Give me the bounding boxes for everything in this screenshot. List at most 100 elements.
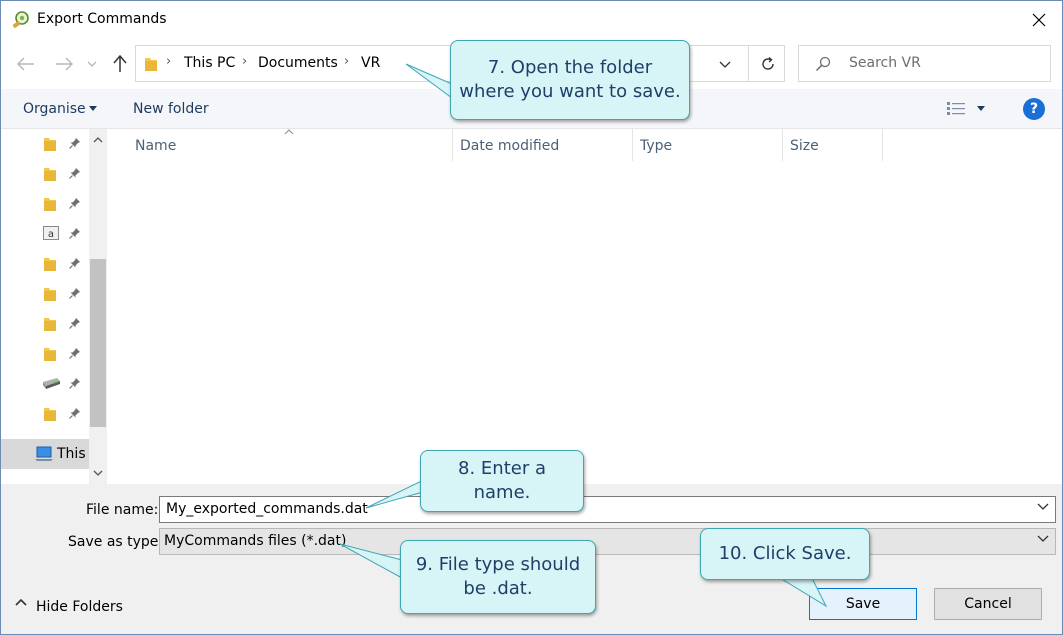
up-button[interactable] xyxy=(109,53,131,75)
folder-icon xyxy=(44,408,56,421)
pin-icon xyxy=(69,378,80,389)
close-button[interactable] xyxy=(1016,1,1062,39)
svg-text:a: a xyxy=(48,229,54,240)
pin-icon xyxy=(69,198,80,209)
nav-pinned-item[interactable] xyxy=(1,159,89,189)
pin-icon xyxy=(69,168,80,179)
folder-icon xyxy=(145,58,157,71)
breadcrumb-separator: › xyxy=(344,54,350,69)
folder-icon xyxy=(44,138,56,151)
breadcrumb-vr[interactable]: VR xyxy=(361,55,380,71)
save-type-select[interactable]: MyCommands files (*.dat) xyxy=(159,528,1056,555)
column-header-label: Date modified xyxy=(460,138,560,154)
folder-icon xyxy=(44,258,56,271)
file-name-label: File name: xyxy=(86,502,159,518)
hide-folders-button[interactable]: Hide Folders xyxy=(36,599,123,615)
nav-scrollbar[interactable] xyxy=(89,129,107,484)
chevron-down-icon[interactable] xyxy=(1037,503,1049,510)
nav-pinned-item[interactable] xyxy=(1,189,89,219)
forward-button[interactable] xyxy=(53,53,75,75)
save-button[interactable]: Save xyxy=(809,588,917,620)
chevron-up-icon[interactable] xyxy=(15,598,27,606)
refresh-button[interactable] xyxy=(748,46,786,81)
nav-pinned-item[interactable]: a xyxy=(1,219,89,249)
refresh-icon xyxy=(761,56,774,70)
back-button[interactable] xyxy=(15,53,37,75)
pin-icon xyxy=(69,258,80,269)
file-name-value: My_exported_commands.dat xyxy=(166,501,368,517)
callout-step8: 8. Enter a name. xyxy=(420,450,584,512)
organise-button[interactable]: Organise xyxy=(23,101,86,117)
nav-pinned-item[interactable] xyxy=(1,129,89,159)
nav-item-this-pc[interactable]: This xyxy=(1,439,89,469)
window-title: Export Commands xyxy=(37,11,167,27)
search-icon xyxy=(815,56,831,72)
chevron-down-icon xyxy=(87,61,97,67)
folder-icon xyxy=(44,318,56,331)
breadcrumb-documents[interactable]: Documents xyxy=(258,55,338,71)
nav-pinned-item[interactable] xyxy=(1,279,89,309)
document-icon: a xyxy=(43,226,59,240)
nav-pinned-item[interactable] xyxy=(1,339,89,369)
scroll-thumb[interactable] xyxy=(90,259,106,427)
chevron-down-icon xyxy=(719,61,731,68)
column-header-name[interactable]: Name xyxy=(128,129,453,161)
pin-icon xyxy=(69,138,80,149)
breadcrumb-separator: › xyxy=(242,54,248,69)
chevron-up-icon xyxy=(93,137,103,143)
arrow-right-icon xyxy=(56,57,73,71)
scroll-up-button[interactable] xyxy=(89,129,107,151)
column-header-label: Size xyxy=(790,138,819,154)
drive-icon xyxy=(43,378,60,389)
file-name-input[interactable]: My_exported_commands.dat xyxy=(159,496,1056,523)
folder-icon xyxy=(44,168,56,181)
folder-icon xyxy=(44,198,56,211)
arrow-up-icon xyxy=(113,55,127,72)
pin-icon xyxy=(69,288,80,299)
save-type-label: Save as type: xyxy=(68,534,164,550)
app-icon xyxy=(12,11,29,28)
new-folder-button[interactable]: New folder xyxy=(133,101,209,117)
caret-down-icon[interactable] xyxy=(977,106,985,111)
column-header-type[interactable]: Type xyxy=(633,129,783,161)
pin-icon xyxy=(69,408,80,419)
pin-icon xyxy=(69,348,80,359)
column-header-date-modified[interactable]: Date modified xyxy=(453,129,633,161)
nav-pinned-item[interactable] xyxy=(1,399,89,429)
search-input[interactable]: Search VR xyxy=(849,55,921,71)
column-header-label: Type xyxy=(640,138,673,154)
title-bar: Export Commands xyxy=(1,1,1062,39)
folder-icon xyxy=(44,348,56,361)
folder-icon xyxy=(44,288,56,301)
nav-pinned-item[interactable] xyxy=(1,369,89,399)
callout-step10: 10. Click Save. xyxy=(700,528,870,580)
address-dropdown-button[interactable] xyxy=(712,52,738,76)
breadcrumb-separator: › xyxy=(166,54,172,69)
navigation-pane: a This xyxy=(1,129,107,484)
callout-step7: 7. Open the folder where you want to sav… xyxy=(450,40,690,120)
callout-step9: 9. File type should be .dat. xyxy=(400,540,596,614)
chevron-down-icon xyxy=(93,470,103,476)
column-header-size[interactable]: Size xyxy=(783,129,883,161)
sort-ascending-icon xyxy=(284,129,294,135)
nav-pinned-item[interactable] xyxy=(1,249,89,279)
save-type-value: MyCommands files (*.dat) xyxy=(164,533,347,549)
pin-icon xyxy=(69,318,80,329)
computer-icon xyxy=(35,446,53,461)
help-button[interactable]: ? xyxy=(1023,98,1045,120)
search-box[interactable]: Search VR xyxy=(798,45,1051,82)
view-options-icon[interactable] xyxy=(947,102,965,116)
nav-item-label: This xyxy=(57,446,86,462)
recent-locations-button[interactable] xyxy=(85,53,99,75)
close-icon xyxy=(1032,13,1046,27)
nav-pinned-item[interactable] xyxy=(1,309,89,339)
chevron-down-icon[interactable] xyxy=(1037,535,1049,542)
caret-down-icon xyxy=(89,106,97,111)
file-list[interactable]: Name Date modified Type Size xyxy=(108,129,1062,484)
pin-icon xyxy=(69,228,80,239)
column-header-label: Name xyxy=(135,138,177,154)
cancel-button[interactable]: Cancel xyxy=(934,588,1042,620)
breadcrumb-this-pc[interactable]: This PC xyxy=(184,55,235,71)
arrow-left-icon xyxy=(17,57,34,71)
scroll-down-button[interactable] xyxy=(89,462,107,484)
